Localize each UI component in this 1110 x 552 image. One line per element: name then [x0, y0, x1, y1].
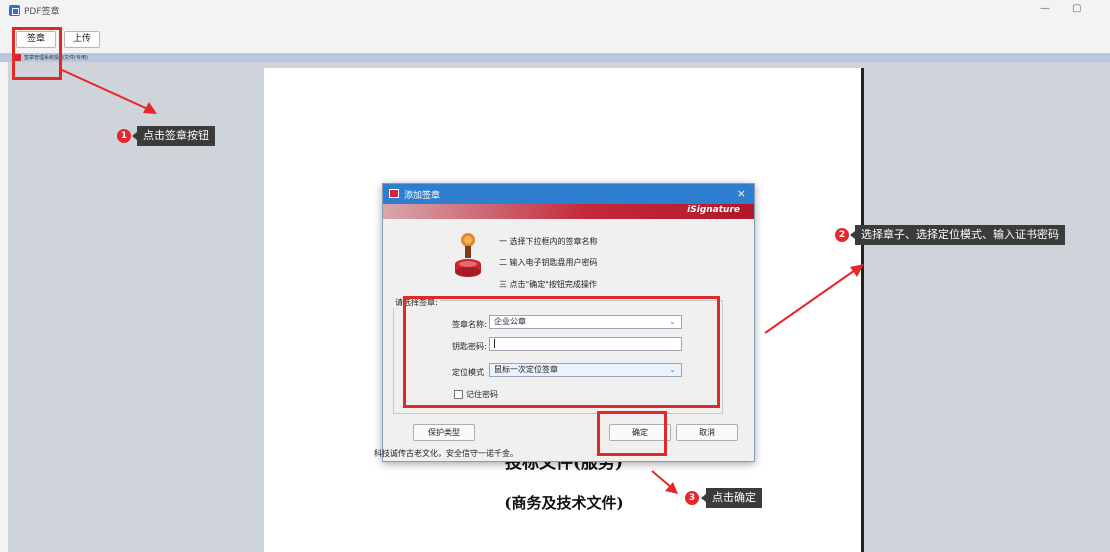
arrow-line-2: [764, 267, 859, 334]
arrow-line-3: [651, 470, 673, 489]
screenshot-stage: PDF签章 — ▢ 签章 上传 签章管理系统投标文件(专用) 某某有限公司投标文…: [0, 0, 1110, 552]
step-2-callout: 选择章子、选择定位模式、输入证书密码: [850, 225, 1065, 245]
step-3-badge: 3: [685, 491, 699, 505]
step-2-badge: 2: [835, 228, 849, 242]
arrow-line-1: [61, 69, 151, 111]
step-3-callout: 点击确定: [701, 488, 762, 508]
annotation-arrows: [61, 69, 864, 494]
arrow-head-2: [850, 264, 864, 277]
step-1-callout: 点击签章按钮: [132, 126, 215, 146]
step-1-badge: 1: [117, 129, 131, 143]
